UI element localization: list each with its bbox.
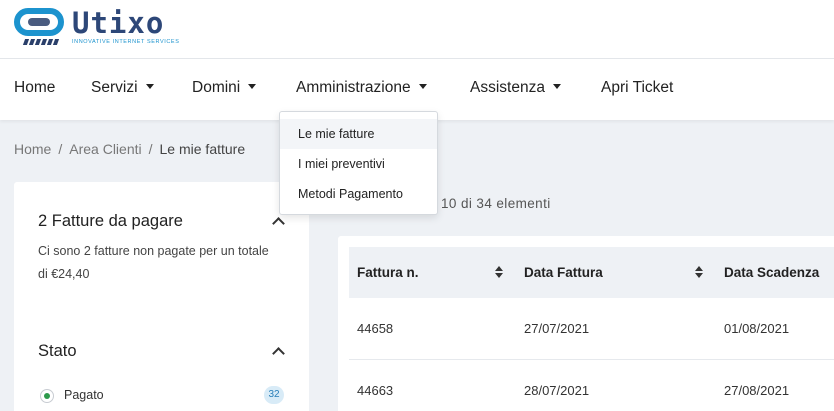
status-filter-title: Stato	[38, 342, 77, 360]
top-bar: Utixo INNOVATIVE INTERNET SERVICES	[0, 0, 834, 59]
column-header-fattura[interactable]: Fattura n.	[357, 247, 419, 298]
column-header-data-scadenza[interactable]: Data Scadenza	[724, 247, 819, 298]
sort-icon[interactable]	[495, 266, 503, 279]
table-row[interactable]: 44658 27/07/2021 01/08/2021	[349, 298, 834, 360]
collapse-chevron-icon[interactable]	[272, 347, 285, 360]
radio-selected-icon[interactable]	[40, 389, 54, 403]
caret-down-icon	[552, 84, 561, 89]
logo-wordmark: Utixo	[72, 6, 165, 40]
nav-domini[interactable]: Domini	[192, 79, 257, 97]
invoice-due-date: 01/08/2021	[724, 321, 790, 336]
invoice-due-date: 27/08/2021	[724, 383, 790, 398]
nav-servizi[interactable]: Servizi	[91, 79, 154, 97]
logo-mark-icon	[14, 6, 64, 46]
table-header: Fattura n. Data Fattura Data Scadenza	[349, 247, 834, 298]
invoice-number[interactable]: 44663	[357, 360, 393, 411]
nav-home[interactable]: Home	[14, 79, 55, 97]
menu-item-metodi-pagamento[interactable]: Metodi Pagamento	[280, 179, 437, 209]
invoice-date: 28/07/2021	[524, 383, 590, 398]
caret-down-icon	[145, 84, 154, 89]
breadcrumb-current: Le mie fatture	[159, 141, 246, 157]
nav-amministrazione[interactable]: Amministrazione	[296, 79, 427, 97]
sort-icon[interactable]	[695, 266, 703, 279]
nav-assistenza[interactable]: Assistenza	[470, 79, 561, 97]
menu-item-i-miei-preventivi[interactable]: I miei preventivi	[280, 149, 437, 179]
breadcrumb-area-clienti[interactable]: Area Clienti	[69, 141, 141, 157]
unpaid-invoices-title: 2 Fatture da pagare	[38, 212, 183, 230]
sidebar-panel: 2 Fatture da pagare Ci sono 2 fatture no…	[14, 182, 309, 411]
breadcrumb-home[interactable]: Home	[14, 141, 51, 157]
caret-down-icon	[248, 84, 257, 89]
collapse-chevron-icon[interactable]	[272, 217, 285, 230]
status-count-badge: 32	[264, 386, 284, 404]
invoice-number[interactable]: 44658	[357, 298, 393, 360]
status-label: Pagato	[64, 388, 104, 402]
invoices-table: Fattura n. Data Fattura Data Scadenza 44…	[338, 236, 834, 411]
amministrazione-dropdown-menu: Le mie fatture I miei preventivi Metodi …	[279, 111, 438, 215]
pagination-count: 10 di 34 elementi	[441, 196, 551, 211]
invoice-date: 27/07/2021	[524, 321, 590, 336]
column-header-data-fattura[interactable]: Data Fattura	[524, 247, 603, 298]
caret-down-icon	[418, 84, 427, 89]
table-row[interactable]: 44663 28/07/2021 27/08/2021	[349, 360, 834, 411]
nav-apri-ticket[interactable]: Apri Ticket	[601, 79, 673, 97]
utixo-logo[interactable]: Utixo INNOVATIVE INTERNET SERVICES	[14, 6, 179, 48]
logo-tagline: INNOVATIVE INTERNET SERVICES	[72, 39, 180, 45]
menu-item-le-mie-fatture[interactable]: Le mie fatture	[280, 119, 437, 149]
unpaid-invoices-text: Ci sono 2 fatture non pagate per un tota…	[38, 244, 269, 281]
breadcrumb: Home / Area Clienti / Le mie fatture	[14, 141, 246, 157]
status-filter-pagato[interactable]: Pagato 32	[38, 385, 284, 407]
